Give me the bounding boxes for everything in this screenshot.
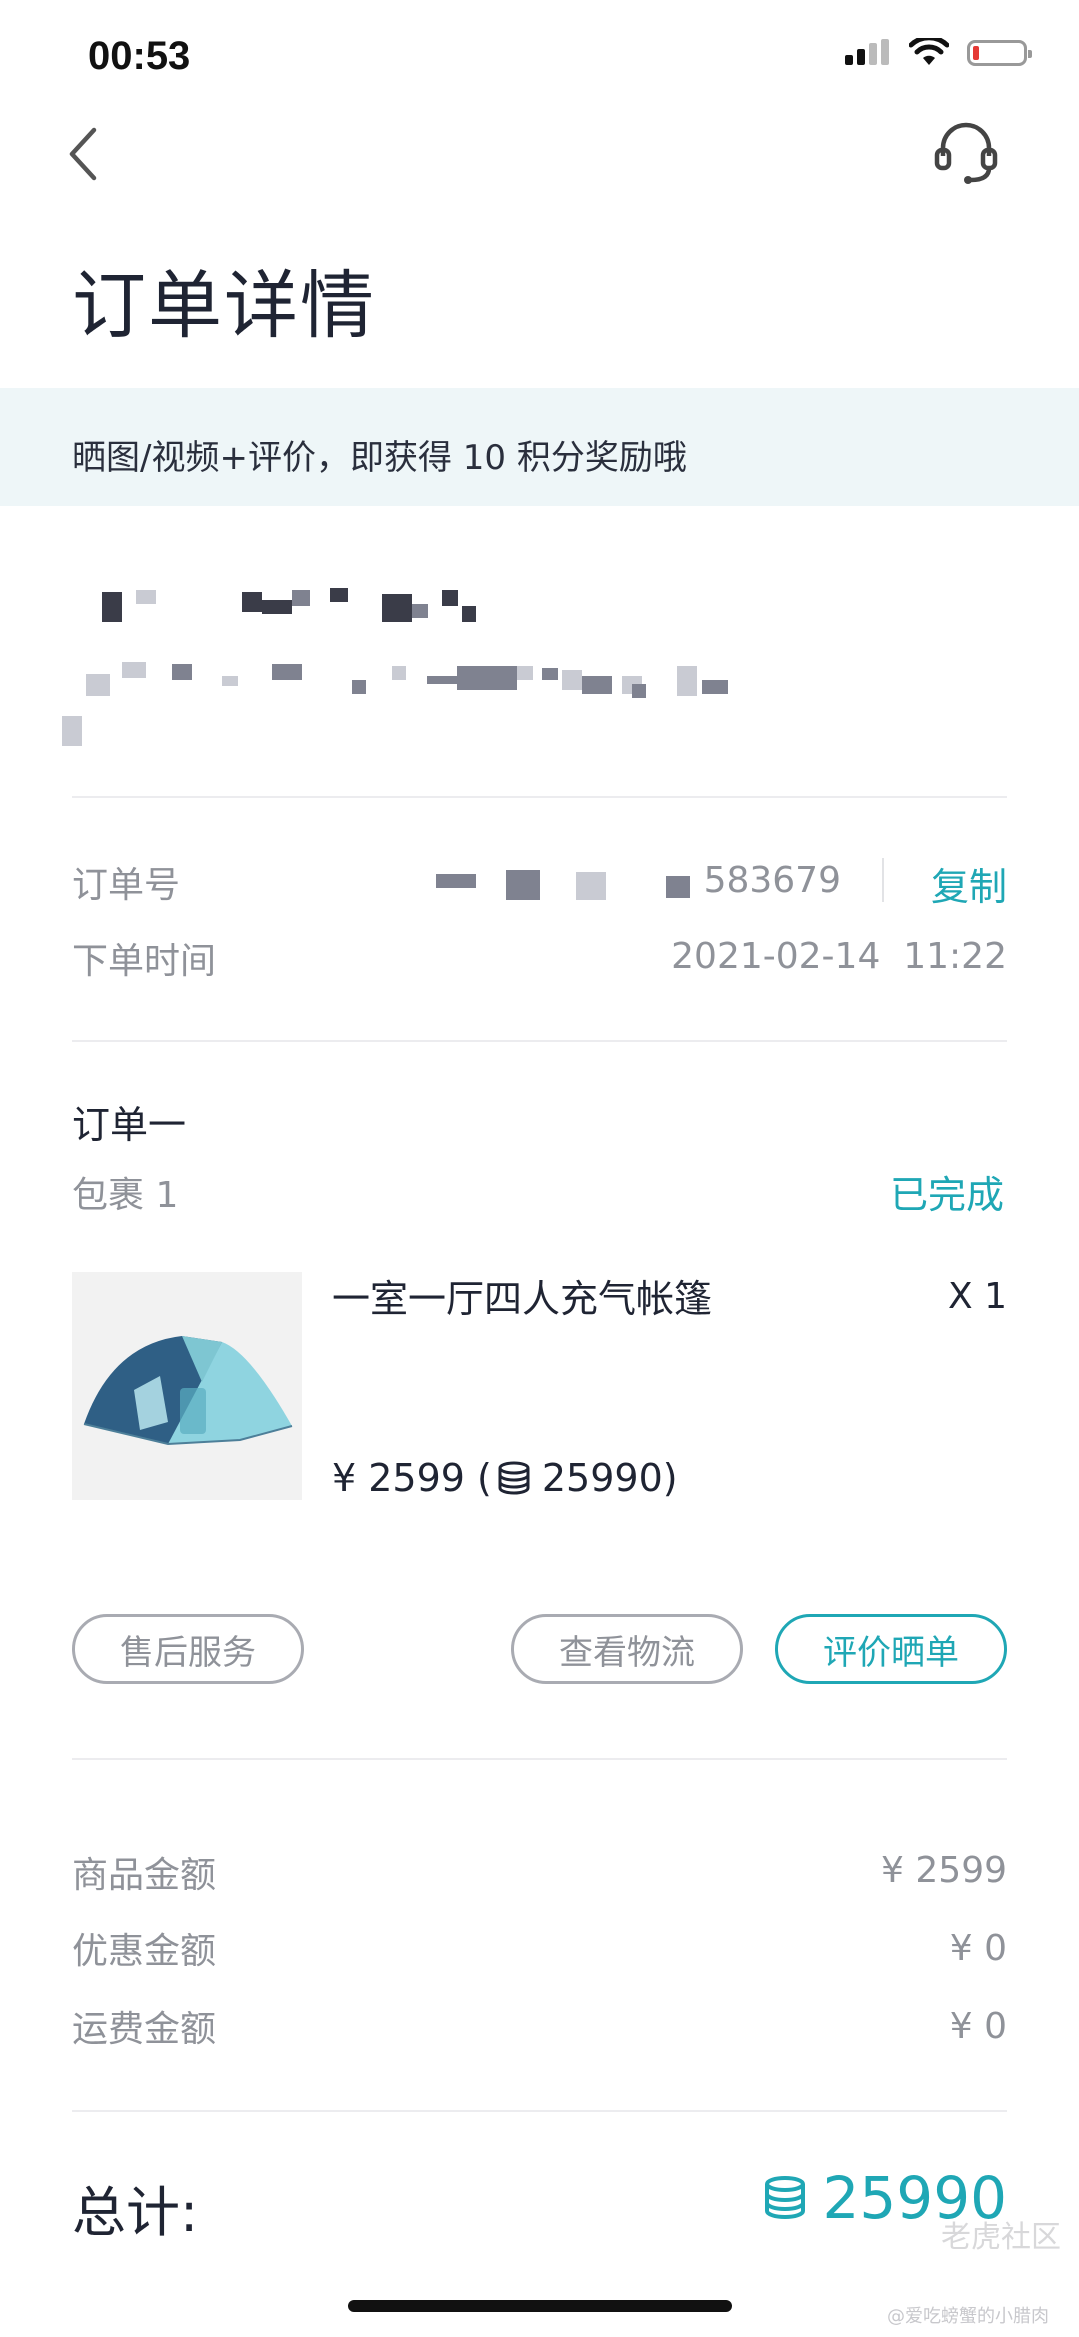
address-block-pixelated	[62, 580, 1007, 760]
discount-amount-value: ¥ 0	[949, 1928, 1007, 1969]
order-time-label: 下单时间	[72, 941, 217, 982]
signal-icon	[845, 39, 889, 65]
order-section-title: 订单一	[72, 1103, 187, 1147]
order-no-pixelated	[436, 866, 690, 902]
watermark-author: @爱吃螃蟹的小腊肉	[887, 2306, 1049, 2327]
status-time: 00:53	[88, 34, 191, 78]
divider	[72, 1758, 1007, 1760]
total-label: 总计:	[72, 2181, 199, 2244]
order-no-label: 订单号	[72, 865, 181, 906]
discount-amount-label: 优惠金额	[72, 1931, 217, 1972]
customer-service-icon[interactable]	[931, 118, 1001, 188]
product-name[interactable]: 一室一厅四人充气帐篷	[332, 1268, 712, 1323]
home-indicator[interactable]	[348, 2300, 732, 2312]
after-sales-button[interactable]: 售后服务	[72, 1614, 304, 1684]
copy-button[interactable]: 复制	[931, 856, 1007, 911]
back-arrow-icon[interactable]	[64, 124, 104, 184]
battery-icon	[967, 40, 1032, 66]
goods-amount-label: 商品金额	[72, 1855, 217, 1896]
watermark-logo: 老虎社区	[941, 2220, 1061, 2255]
product-points: 25990)	[541, 1456, 678, 1500]
product-thumbnail[interactable]	[72, 1272, 302, 1500]
page-title: 订单详情	[72, 263, 376, 349]
divider	[72, 2110, 1007, 2112]
divider	[72, 1040, 1007, 1042]
divider	[72, 796, 1007, 798]
product-quantity: X 1	[947, 1276, 1007, 1317]
goods-amount-value: ¥ 2599	[881, 1850, 1007, 1891]
review-button[interactable]: 评价晒单	[775, 1614, 1007, 1684]
tent-image	[72, 1272, 302, 1500]
shipping-amount-label: 运费金额	[72, 2009, 217, 2050]
package-status: 已完成	[889, 1173, 1004, 1217]
status-icons	[845, 38, 1032, 68]
package-label: 包裹 1	[72, 1175, 179, 1216]
copy-separator	[882, 858, 884, 902]
banner-text: 晒图/视频+评价，即获得 10 积分奖励哦	[72, 438, 687, 478]
coin-stack-icon	[765, 2176, 806, 2219]
shipping-amount-value: ¥ 0	[949, 2006, 1007, 2047]
coin-stack-icon	[498, 1461, 530, 1495]
wifi-icon	[909, 38, 949, 65]
product-price-row: ¥ 2599 ( 25990)	[332, 1456, 678, 1500]
view-logistics-button[interactable]: 查看物流	[511, 1614, 743, 1684]
order-no-value: 583679	[703, 860, 841, 901]
order-time-value: 2021-02-14 11:22	[671, 936, 1007, 977]
product-price: ¥ 2599 (	[332, 1456, 492, 1500]
